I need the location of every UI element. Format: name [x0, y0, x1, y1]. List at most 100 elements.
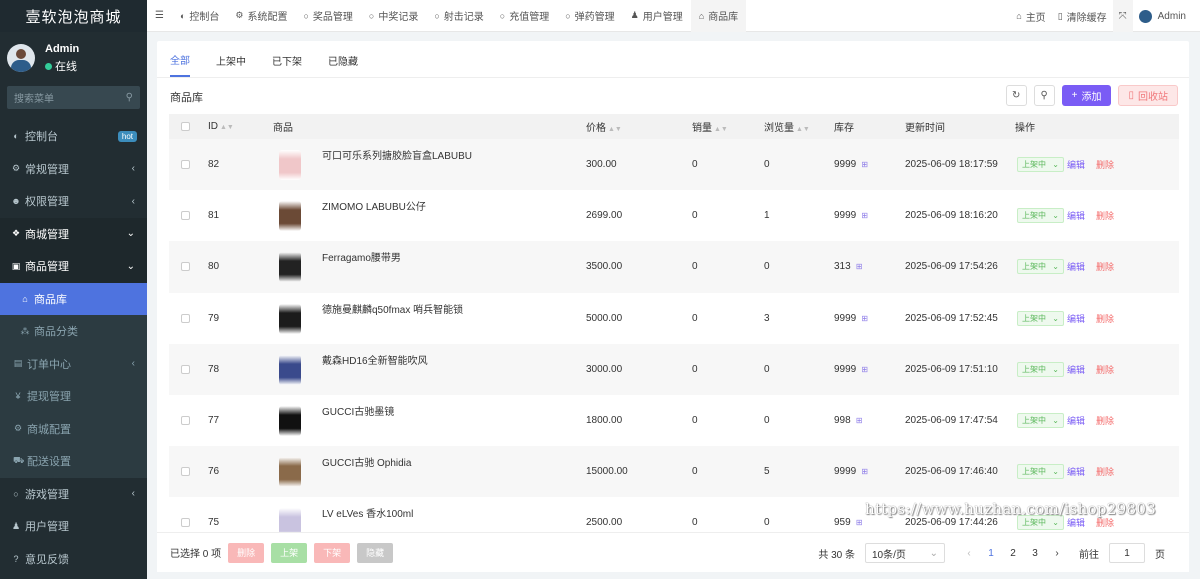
- sidebar-item-withdraw[interactable]: ¥ 提现管理: [0, 380, 147, 413]
- goto-page-input[interactable]: 1: [1109, 543, 1145, 563]
- edit-stock-icon[interactable]: ⊞: [861, 467, 868, 476]
- search-button[interactable]: ⚲: [1033, 85, 1055, 106]
- nav-tab-product-library[interactable]: ⌂ 商品库: [690, 0, 747, 32]
- delete-link[interactable]: 删除: [1096, 158, 1114, 171]
- nav-tab-users[interactable]: ♟ 用户管理: [623, 0, 691, 32]
- edit-stock-icon[interactable]: ⊞: [861, 365, 868, 374]
- expand-icon[interactable]: ⤧: [1119, 11, 1127, 22]
- col-id[interactable]: ID ▲▼: [208, 121, 234, 132]
- row-checkbox[interactable]: [181, 211, 190, 221]
- col-sales[interactable]: 销量 ▲▼: [692, 119, 728, 134]
- edit-stock-icon[interactable]: ⊞: [861, 314, 868, 323]
- nav-tab-winning-records[interactable]: ○ 中奖记录: [361, 0, 426, 32]
- status-select[interactable]: 上架中 ⌄: [1017, 413, 1064, 429]
- status-select[interactable]: 上架中 ⌄: [1017, 208, 1064, 224]
- batch-on-sale-button[interactable]: 上架: [271, 542, 308, 563]
- sidebar-item-mall-config[interactable]: ⚙ 商城配置: [0, 412, 147, 445]
- brand-logo[interactable]: 壹软泡泡商城: [0, 0, 147, 32]
- product-image[interactable]: [279, 252, 301, 283]
- edit-stock-icon[interactable]: ⊞: [861, 160, 868, 169]
- row-checkbox[interactable]: [181, 364, 190, 374]
- sidebar-item-product-library[interactable]: ⌂ 商品库: [0, 282, 147, 315]
- next-page-icon[interactable]: ›: [1051, 548, 1063, 559]
- row-checkbox[interactable]: [181, 518, 190, 528]
- product-image[interactable]: [279, 354, 301, 385]
- status-select[interactable]: 上架中 ⌄: [1017, 464, 1064, 480]
- sidebar-item-product-mgmt[interactable]: ▣ 商品管理 ⌄: [0, 250, 147, 283]
- page-1[interactable]: 1: [985, 548, 997, 559]
- tab-hidden[interactable]: 已隐藏: [315, 53, 371, 77]
- product-image[interactable]: [279, 303, 301, 334]
- edit-stock-icon[interactable]: ⊞: [856, 518, 863, 527]
- batch-hide-button[interactable]: 隐藏: [357, 542, 394, 563]
- menu-search-input[interactable]: 搜索菜单 ⚲: [7, 86, 140, 109]
- row-checkbox[interactable]: [181, 160, 190, 170]
- sidebar-item-delivery[interactable]: ⛟ 配送设置: [0, 445, 147, 478]
- tab-on-sale[interactable]: 上架中: [203, 53, 259, 77]
- edit-link[interactable]: 编辑: [1067, 363, 1085, 376]
- row-checkbox[interactable]: [181, 467, 190, 477]
- delete-link[interactable]: 删除: [1096, 209, 1114, 222]
- sidebar-item-mall[interactable]: ❖ 商城管理 ⌄: [0, 217, 147, 250]
- select-all-checkbox[interactable]: [181, 122, 190, 131]
- refresh-button[interactable]: ↻: [1005, 85, 1027, 106]
- nav-tab-ammo[interactable]: ○ 弹药管理: [557, 0, 622, 32]
- delete-link[interactable]: 删除: [1096, 465, 1114, 478]
- batch-delete-button[interactable]: 删除: [228, 542, 265, 563]
- page-2[interactable]: 2: [1007, 548, 1019, 559]
- page-size-select[interactable]: 10条/页 ⌄: [865, 543, 945, 563]
- sidebar-item-general[interactable]: ⚙ 常规管理 ‹: [0, 153, 147, 186]
- home-link[interactable]: ⌂ 主页: [1010, 0, 1051, 32]
- menu-toggle-button[interactable]: ☰: [147, 0, 172, 32]
- tab-all[interactable]: 全部: [170, 52, 190, 77]
- sidebar-item-permission[interactable]: ☻ 权限管理 ‹: [0, 185, 147, 218]
- nav-tab-prizes[interactable]: ○ 奖品管理: [295, 0, 360, 32]
- sidebar-item-dashboard[interactable]: ◐ 控制台 hot: [0, 120, 147, 153]
- recycle-bin-button[interactable]: ▯ 回收站: [1118, 85, 1178, 106]
- fullscreen-button[interactable]: ⤧: [1112, 0, 1133, 32]
- nav-tab-system-config[interactable]: ⚙ 系统配置: [227, 0, 295, 32]
- product-image[interactable]: [279, 150, 301, 180]
- status-select[interactable]: 上架中 ⌄: [1017, 310, 1064, 326]
- col-views[interactable]: 浏览量 ▲▼: [764, 119, 810, 134]
- nav-tab-recharge[interactable]: ○ 充值管理: [492, 0, 557, 32]
- status-select[interactable]: 上架中 ⌄: [1017, 361, 1064, 377]
- edit-stock-icon[interactable]: ⊞: [856, 416, 863, 425]
- sidebar-item-product-category[interactable]: ⁂ 商品分类: [0, 315, 147, 348]
- clear-cache-button[interactable]: ▯ 清除缓存: [1052, 0, 1113, 32]
- edit-link[interactable]: 编辑: [1067, 312, 1085, 325]
- add-button[interactable]: + 添加: [1061, 85, 1112, 106]
- product-image[interactable]: [279, 201, 301, 232]
- edit-link[interactable]: 编辑: [1067, 209, 1085, 222]
- search-icon[interactable]: ⚲: [126, 92, 133, 103]
- row-checkbox[interactable]: [181, 313, 190, 323]
- prev-page-icon[interactable]: ‹: [963, 548, 975, 559]
- tab-off-sale[interactable]: 已下架: [259, 53, 315, 77]
- sidebar-item-feedback[interactable]: ? 意见反馈: [0, 543, 147, 576]
- edit-link[interactable]: 编辑: [1067, 465, 1085, 478]
- delete-link[interactable]: 删除: [1096, 414, 1114, 427]
- delete-link[interactable]: 删除: [1096, 516, 1114, 529]
- edit-link[interactable]: 编辑: [1067, 260, 1085, 273]
- page-3[interactable]: 3: [1029, 548, 1041, 559]
- sidebar-item-users[interactable]: ♟ 用户管理: [0, 510, 147, 543]
- delete-link[interactable]: 删除: [1096, 312, 1114, 325]
- edit-link[interactable]: 编辑: [1067, 414, 1085, 427]
- row-checkbox[interactable]: [181, 262, 190, 272]
- nav-tab-shooting-records[interactable]: ○ 射击记录: [426, 0, 491, 32]
- batch-off-sale-button[interactable]: 下架: [314, 542, 351, 563]
- col-price[interactable]: 价格 ▲▼: [586, 119, 622, 134]
- product-image[interactable]: [279, 405, 301, 436]
- delete-link[interactable]: 删除: [1096, 363, 1114, 376]
- edit-link[interactable]: 编辑: [1067, 516, 1085, 529]
- sidebar-item-game[interactable]: ○ 游戏管理 ‹: [0, 478, 147, 511]
- edit-stock-icon[interactable]: ⊞: [861, 211, 868, 220]
- product-image[interactable]: [279, 457, 301, 488]
- admin-menu[interactable]: Admin: [1133, 0, 1200, 32]
- edit-link[interactable]: 编辑: [1067, 158, 1085, 171]
- row-checkbox[interactable]: [181, 416, 190, 426]
- delete-link[interactable]: 删除: [1096, 260, 1114, 273]
- nav-tab-dashboard[interactable]: ◐ 控制台: [172, 0, 227, 32]
- sidebar-item-orders[interactable]: ▤ 订单中心 ‹: [0, 347, 147, 380]
- status-select[interactable]: 上架中 ⌄: [1017, 157, 1064, 173]
